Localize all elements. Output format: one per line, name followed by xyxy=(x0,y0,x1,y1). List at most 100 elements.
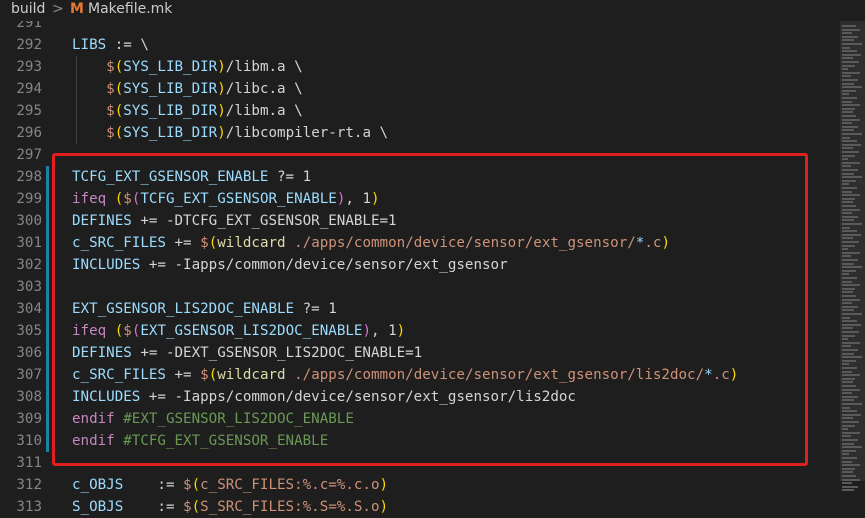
gutter-modified-marker[interactable] xyxy=(46,298,49,320)
minimap-line xyxy=(842,273,849,276)
code-token: ) xyxy=(217,103,226,119)
minimap-line xyxy=(842,457,857,459)
code-token: += -DTCFG_EXT_GSENSOR_ENABLE=1 xyxy=(131,213,397,229)
code-token: INCLUDES xyxy=(72,257,141,273)
line-number: 313 xyxy=(16,499,42,515)
minimap-line xyxy=(842,374,860,377)
minimap-line xyxy=(842,129,854,132)
code-token: .c xyxy=(644,235,662,251)
code-line[interactable]: 296 $(SYS_LIB_DIR)/libcompiler-rt.a \ xyxy=(0,122,840,144)
minimap-line xyxy=(842,399,854,402)
minimap-line xyxy=(842,208,860,211)
code-token: SYS_LIB_DIR xyxy=(123,81,218,97)
minimap-line xyxy=(842,392,852,395)
minimap-line xyxy=(842,50,857,53)
breadcrumb-folder[interactable]: build xyxy=(11,1,45,17)
code-line[interactable]: 310 endif #TCFG_EXT_GSENSOR_ENABLE xyxy=(0,430,840,452)
minimap-line xyxy=(842,35,858,38)
code-line[interactable]: 298 TCFG_EXT_GSENSOR_ENABLE ?= 1 xyxy=(0,166,840,188)
code-line[interactable]: 299 ifeq ($(TCFG_EXT_GSENSOR_ENABLE), 1) xyxy=(0,188,840,210)
code-token: ) xyxy=(729,367,739,383)
gutter-modified-marker[interactable] xyxy=(46,210,49,232)
code-line[interactable]: 292 LIBS := \ xyxy=(0,34,840,56)
code-line[interactable]: 301 c_SRC_FILES += $(wildcard ./apps/comm… xyxy=(0,232,840,254)
minimap-line xyxy=(842,53,861,56)
gutter-modified-marker[interactable] xyxy=(46,320,49,342)
minimap-line xyxy=(842,115,856,117)
line-number: 299 xyxy=(16,191,42,207)
minimap-line xyxy=(842,359,856,362)
code-line[interactable]: 306 DEFINES += -DEXT_GSENSOR_LIS2DOC_ENAB… xyxy=(0,342,840,364)
minimap-line xyxy=(842,439,858,441)
minimap-line xyxy=(842,327,853,330)
minimap-line xyxy=(842,151,859,153)
code-text: LIBS := \ xyxy=(72,34,149,56)
makefile-icon: M xyxy=(70,1,84,17)
minimap-line xyxy=(842,82,854,85)
code-line[interactable]: 313 S_OBJS := $(S_SRC_FILES:%.S=%.S.o) xyxy=(0,496,840,518)
minimap-line xyxy=(842,449,856,452)
gutter-modified-marker[interactable] xyxy=(46,408,49,430)
minimap-line xyxy=(842,215,858,218)
minimap-line xyxy=(842,241,859,243)
line-number: 312 xyxy=(16,477,42,493)
minimap-line xyxy=(842,43,862,45)
code-line[interactable]: 309 endif #EXT_GSENSOR_LIS2DOC_ENABLE xyxy=(0,408,840,430)
code-token: ) xyxy=(217,125,226,141)
code-line[interactable]: 294 $(SYS_LIB_DIR)/libc.a \ xyxy=(0,78,840,100)
gutter-modified-marker[interactable] xyxy=(46,386,49,408)
minimap-line xyxy=(842,86,862,89)
gutter-modified-marker[interactable] xyxy=(46,254,49,276)
code-line[interactable]: 305 ifeq ($(EXT_GSENSOR_LIS2DOC_ENABLE), … xyxy=(0,320,840,342)
code-line[interactable]: 307 c_SRC_FILES += $(wildcard ./apps/comm… xyxy=(0,364,840,386)
gutter-modified-marker[interactable] xyxy=(46,276,49,298)
minimap-line xyxy=(842,93,849,96)
code-line[interactable]: 303 xyxy=(0,276,840,298)
minimap-line xyxy=(842,39,854,42)
minimap-line xyxy=(842,410,857,413)
gutter-modified-marker[interactable] xyxy=(46,342,49,364)
code-line[interactable]: 300 DEFINES += -DTCFG_EXT_GSENSOR_ENABLE=… xyxy=(0,210,840,232)
line-number: 307 xyxy=(16,367,42,383)
code-text: S_OBJS := $(S_SRC_FILES:%.S=%.S.o) xyxy=(72,496,388,518)
minimap-line xyxy=(842,143,861,146)
code-line[interactable]: 304 EXT_GSENSOR_LIS2DOC_ENABLE ?= 1 xyxy=(0,298,840,320)
minimap-line xyxy=(842,97,857,99)
minimap-line xyxy=(842,305,858,308)
line-number: 311 xyxy=(16,455,42,471)
code-token: .c xyxy=(712,367,730,383)
code-token: ifeq xyxy=(72,323,107,339)
code-line[interactable]: 311 xyxy=(0,452,840,474)
breadcrumb-file[interactable]: Makefile.mk xyxy=(88,1,172,17)
minimap-line xyxy=(842,122,852,125)
minimap-line xyxy=(842,71,860,74)
minimap-line xyxy=(842,125,858,128)
gutter-modified-marker[interactable] xyxy=(46,364,49,386)
minimap-line xyxy=(842,100,852,103)
minimap[interactable] xyxy=(840,21,865,510)
code-line[interactable]: 312 c_OBJS := $(c_SRC_FILES:%.c=%.c.o) xyxy=(0,474,840,496)
code-token: += xyxy=(165,367,201,383)
minimap-line xyxy=(842,435,851,438)
minimap-line xyxy=(842,68,848,71)
gutter-modified-marker[interactable] xyxy=(46,232,49,254)
code-line[interactable]: 302 INCLUDES += -Iapps/common/device/sens… xyxy=(0,254,840,276)
code-token: INCLUDES xyxy=(72,389,141,405)
code-line[interactable]: 293 $(SYS_LIB_DIR)/libm.a \ xyxy=(0,56,840,78)
code-editor[interactable]: 291 292 LIBS := \ 293 $(SYS_LIB_DIR)/libm.a… xyxy=(0,12,840,515)
code-line[interactable]: 295 $(SYS_LIB_DIR)/libm.a \ xyxy=(0,100,840,122)
minimap-line xyxy=(842,338,848,341)
minimap-line xyxy=(842,453,849,456)
code-token: endif xyxy=(72,433,115,449)
minimap-line xyxy=(842,226,850,229)
code-line[interactable]: 308 INCLUDES += -Iapps/common/device/sens… xyxy=(0,386,840,408)
gutter-modified-marker[interactable] xyxy=(46,166,49,188)
minimap-line xyxy=(842,262,854,265)
gutter-modified-marker[interactable] xyxy=(46,430,49,452)
code-line[interactable]: 297 xyxy=(0,144,840,166)
code-token: $ xyxy=(200,235,209,251)
minimap-line xyxy=(842,176,862,179)
gutter-modified-marker[interactable] xyxy=(46,188,49,210)
